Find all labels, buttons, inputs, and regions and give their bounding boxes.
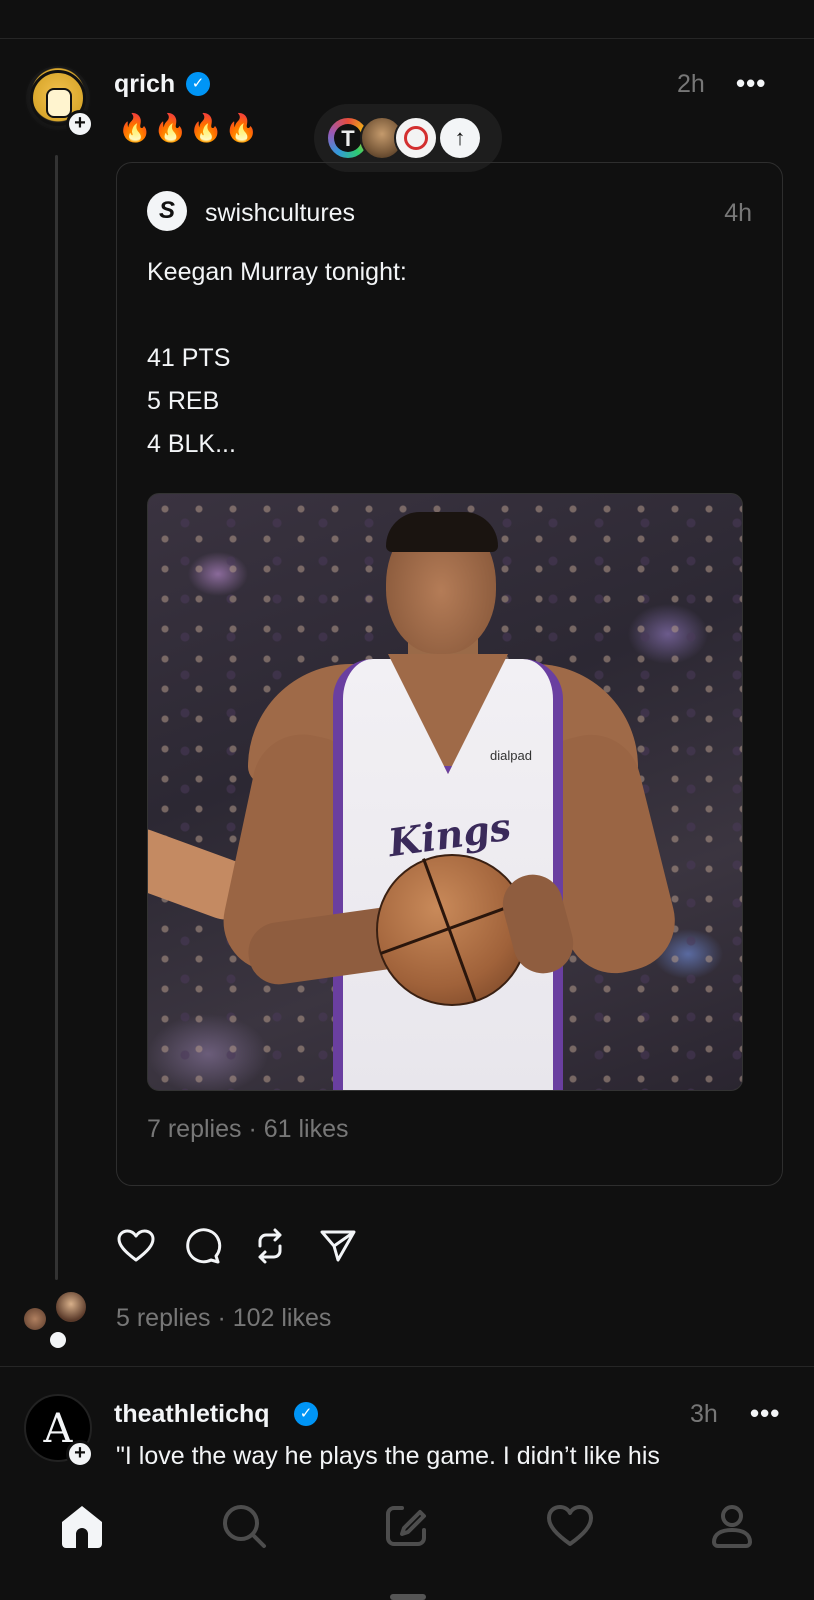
quoted-stats[interactable]: 7 replies · 61 likes (147, 1115, 348, 1144)
post-username[interactable]: qrich (114, 70, 175, 99)
top-divider (0, 38, 814, 39)
quoted-line: 41 PTS (147, 344, 231, 372)
replier-avatar (50, 1332, 66, 1348)
jersey-sponsor: dialpad (490, 748, 532, 763)
post-stats[interactable]: 5 replies · 102 likes (116, 1304, 331, 1333)
post-text: 🔥🔥🔥🔥 (118, 113, 261, 143)
share-icon[interactable] (318, 1226, 358, 1266)
follow-plus-icon[interactable]: + (66, 1440, 94, 1468)
post-time: 3h (690, 1400, 718, 1428)
replier-avatars[interactable] (22, 1290, 94, 1350)
quoted-text: Keegan Murray tonight: 41 PTS 5 REB 4 BL… (147, 251, 407, 466)
quoted-post-card[interactable]: S swishcultures 4h Keegan Murray tonight… (116, 162, 783, 1186)
follow-plus-icon[interactable]: + (66, 110, 94, 138)
quoted-line: 5 REB (147, 387, 220, 415)
swishcultures-avatar[interactable]: S (147, 191, 187, 231)
more-options-icon[interactable]: ••• (736, 68, 766, 99)
heart-icon[interactable] (116, 1226, 156, 1266)
profile-icon[interactable] (706, 1500, 758, 1552)
gesture-bar (390, 1594, 426, 1600)
compose-icon[interactable] (380, 1500, 432, 1552)
repost-icon[interactable] (250, 1226, 290, 1266)
home-icon[interactable] (56, 1500, 108, 1552)
post-text: "I love the way he plays the game. I did… (116, 1442, 660, 1470)
quoted-line: 4 BLK... (147, 430, 236, 458)
more-options-icon[interactable]: ••• (750, 1398, 780, 1429)
verified-badge-icon: ✓ (294, 1402, 318, 1426)
basketball (376, 854, 528, 1006)
quoted-time: 4h (724, 199, 752, 227)
quoted-post-photo[interactable]: dialpad Kings (147, 493, 743, 1091)
comment-icon[interactable] (182, 1226, 222, 1266)
reposter-avatar-letter: T (334, 124, 362, 152)
replier-avatar (24, 1308, 46, 1330)
arrow-up-icon[interactable]: ↑ (440, 118, 480, 158)
reposter-avatar (394, 116, 438, 160)
post-time: 2h (677, 70, 705, 98)
quoted-line (147, 294, 407, 337)
bottom-navigation (0, 1474, 814, 1574)
quoted-line: Keegan Murray tonight: (147, 258, 407, 286)
activity-heart-icon[interactable] (544, 1500, 596, 1552)
post-username[interactable]: theathletichq (114, 1400, 270, 1429)
avatar-illustration (46, 88, 72, 118)
thread-line (55, 155, 58, 1280)
quoted-username[interactable]: swishcultures (205, 199, 355, 228)
post-actions (116, 1226, 376, 1266)
search-icon[interactable] (218, 1500, 270, 1552)
verified-badge-icon: ✓ (186, 72, 210, 96)
post-divider (0, 1366, 814, 1367)
replier-avatar (54, 1290, 88, 1324)
player-hair (386, 512, 498, 552)
